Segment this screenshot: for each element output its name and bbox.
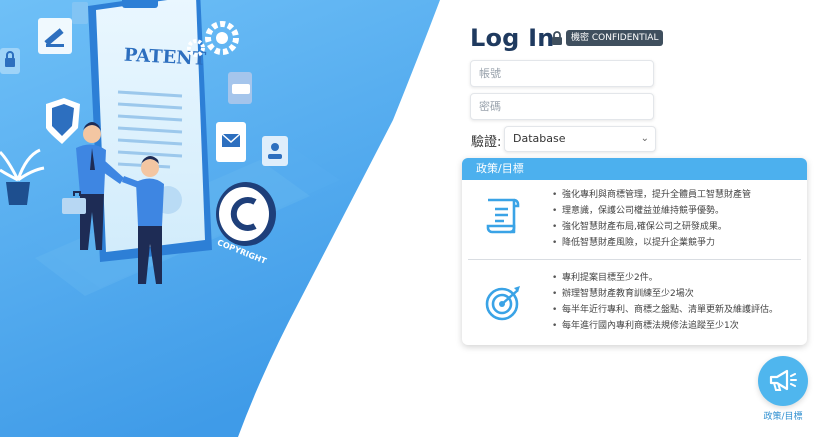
goal-section: 專利提案目標至少2件。 辦理智慧財產教育訓練至少2場次 每半年近行專利、商標之盤…	[462, 264, 807, 344]
goal-item: 專利提案目標至少2件。	[552, 270, 778, 286]
verify-method-select[interactable]: Database ⌄	[504, 126, 656, 152]
goal-item: 每年進行國內專利商標法規修法追蹤至少1次	[552, 318, 778, 334]
policy-card: 政策/目標 強化專利與商標管理，提升全體員工智慧財產管 理意識，保護公司權益並維…	[462, 158, 807, 345]
goal-item: 辦理智慧財產教育訓練至少2場次	[552, 286, 778, 302]
megaphone-icon	[769, 369, 797, 391]
goal-item: 每半年近行專利、商標之盤點、清單更新及維護評估。	[552, 302, 778, 318]
profile-icon	[262, 136, 288, 166]
lock-icon	[0, 48, 20, 74]
gavel-icon	[38, 18, 72, 54]
password-input[interactable]	[470, 93, 654, 120]
policy-list: 強化專利與商標管理，提升全體員工智慧財產管 理意識，保護公司權益並維持競爭優勢。…	[552, 187, 751, 251]
verify-selected-value: Database	[513, 132, 566, 145]
chat-bubble-icon	[232, 84, 250, 94]
username-input[interactable]	[470, 60, 654, 87]
policy-header: 政策/目標	[462, 158, 807, 180]
scroll-icon	[486, 198, 520, 234]
policy-item: 強化智慧財產布局,確保公司之研發成果。	[552, 219, 751, 235]
policy-item: 理意識，保護公司權益並維持競爭優勢。	[552, 203, 751, 219]
policy-fab-button[interactable]	[758, 356, 808, 406]
policy-item: 降低智慧財產風險，以提升企業競爭力	[552, 235, 751, 251]
login-page: PATENT COPYRIGHT Log In 機密 CONFIDENTIAL …	[0, 0, 823, 437]
goal-list: 專利提案目標至少2件。 辦理智慧財產教育訓練至少2場次 每半年近行專利、商標之盤…	[552, 270, 778, 334]
chevron-down-icon: ⌄	[640, 133, 649, 144]
confidential-badge: 機密 CONFIDENTIAL	[566, 30, 664, 46]
target-icon	[485, 286, 520, 321]
document-icon	[72, 2, 88, 24]
policy-item: 強化專利與商標管理，提升全體員工智慧財產管	[552, 187, 751, 203]
policy-section: 強化專利與商標管理，提升全體員工智慧財產管 理意識，保護公司權益並維持競爭優勢。…	[462, 184, 807, 258]
login-title: Log In	[470, 24, 555, 52]
section-divider	[468, 259, 801, 260]
patent-text: PATENT	[123, 45, 207, 70]
fab-label: 政策/目標	[763, 412, 803, 422]
mail-icon	[216, 122, 246, 162]
lock-icon	[552, 31, 562, 45]
confidential-label: 機密 CONFIDENTIAL	[550, 29, 664, 47]
verify-label: 驗證:	[471, 135, 502, 150]
